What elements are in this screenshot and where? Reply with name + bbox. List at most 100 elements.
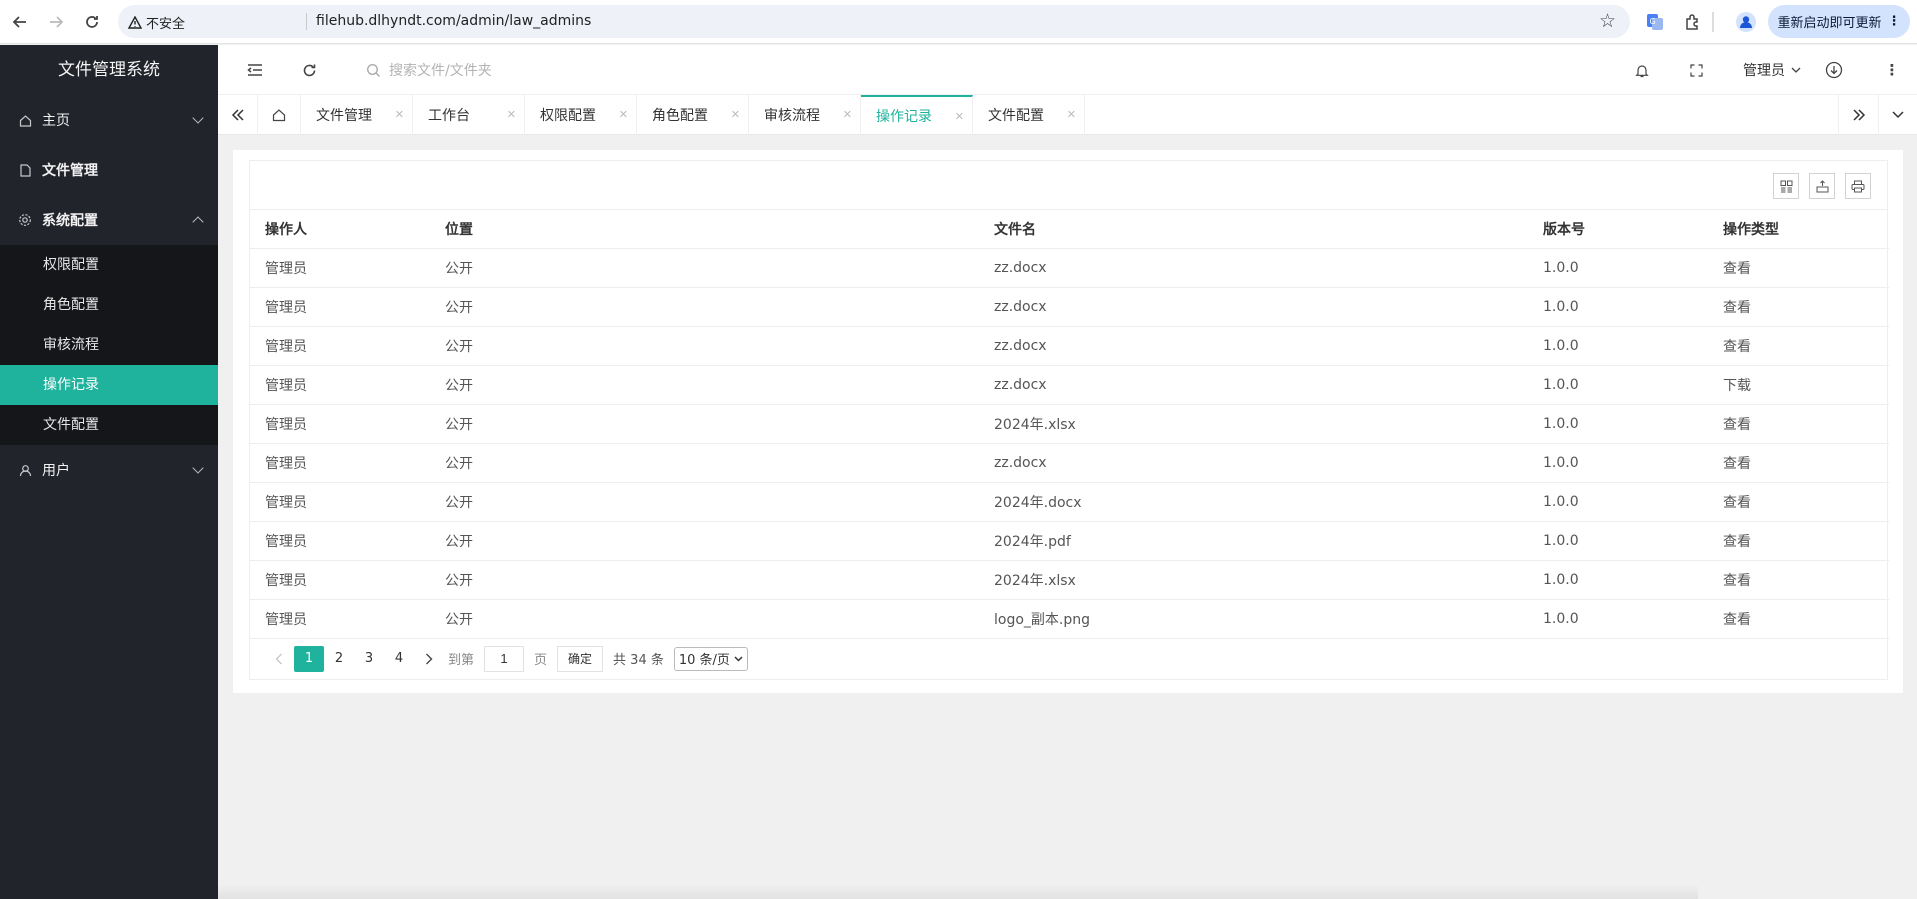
refresh-icon[interactable] (299, 60, 319, 80)
scroll-tabs-left-icon[interactable] (218, 95, 258, 135)
more-vertical-icon[interactable]: ⋮ (1882, 60, 1902, 80)
table-row[interactable]: 管理员 公开 zz.docx 1.0.0 查看 (250, 443, 1889, 483)
page-1-button[interactable]: 1 (294, 645, 324, 672)
sidebar-item-users[interactable]: 用户 (0, 445, 218, 495)
sidebar-item-label: 系统配置 (42, 213, 98, 229)
tab-home[interactable] (258, 95, 301, 135)
sidebar-item-system-config[interactable]: 系统配置 (0, 195, 218, 245)
download-icon[interactable] (1824, 60, 1844, 80)
sidebar-subitem-approval-flow[interactable]: 审核流程 (0, 325, 218, 365)
table-row[interactable]: 管理员 公开 2024年.xlsx 1.0.0 查看 (250, 404, 1889, 444)
tab-file-management[interactable]: 文件管理 ✕ (301, 95, 413, 135)
table-row[interactable]: 管理员 公开 zz.docx 1.0.0 下载 (250, 365, 1889, 405)
collapse-menu-icon[interactable] (245, 60, 265, 80)
tab-workbench[interactable]: 工作台 ✕ (413, 95, 525, 135)
column-header-operator[interactable]: 操作人 (250, 210, 430, 249)
page-size-value: 10 条/页 (678, 653, 730, 668)
table-row[interactable]: 管理员 公开 zz.docx 1.0.0 查看 (250, 287, 1889, 327)
cell-operation-type: 查看 (1708, 521, 1889, 561)
cell-operation-type: 查看 (1708, 404, 1889, 444)
chevron-down-icon (192, 112, 204, 124)
cell-location: 公开 (430, 326, 979, 366)
cell-version: 1.0.0 (1528, 287, 1708, 327)
column-header-filename[interactable]: 文件名 (979, 210, 1528, 249)
restart-update-button[interactable]: 重新启动即可更新 ⋮ (1768, 5, 1910, 38)
fullscreen-icon[interactable] (1686, 60, 1706, 80)
close-icon[interactable]: ✕ (619, 108, 628, 121)
cell-operator: 管理员 (250, 599, 430, 639)
cell-operator: 管理员 (250, 521, 430, 561)
prev-page-icon[interactable] (264, 646, 294, 672)
bookmark-star-icon[interactable]: ☆ (1599, 10, 1616, 32)
table-row[interactable]: 管理员 公开 2024年.xlsx 1.0.0 查看 (250, 560, 1889, 600)
tab-menu-chevron-down-icon[interactable] (1878, 95, 1917, 135)
cell-location: 公开 (430, 482, 979, 522)
page-3-button[interactable]: 3 (354, 646, 384, 672)
cell-version: 1.0.0 (1528, 326, 1708, 366)
extensions-icon[interactable] (1680, 9, 1706, 35)
page-2-button[interactable]: 2 (324, 646, 354, 672)
sidebar-item-file-management[interactable]: 文件管理 (0, 145, 218, 195)
table-row[interactable]: 管理员 公开 logo_副本.png 1.0.0 查看 (250, 599, 1889, 639)
cell-filename: zz.docx (979, 326, 1528, 366)
user-menu[interactable]: 管理员 (1743, 60, 1801, 80)
forward-icon[interactable] (44, 10, 68, 34)
reload-icon[interactable] (80, 10, 104, 34)
cell-filename: zz.docx (979, 443, 1528, 483)
column-filter-icon[interactable] (1773, 173, 1799, 199)
back-icon[interactable] (8, 10, 32, 34)
bell-icon[interactable] (1632, 60, 1652, 80)
close-icon[interactable]: ✕ (1067, 108, 1076, 121)
tab-file-config[interactable]: 文件配置 ✕ (973, 95, 1085, 135)
column-header-operation-type[interactable]: 操作类型 (1708, 210, 1889, 249)
sidebar-item-label: 文件管理 (42, 163, 98, 179)
close-icon[interactable]: ✕ (731, 108, 740, 121)
search-field[interactable]: 搜索文件/文件夹 (366, 60, 492, 80)
close-icon[interactable]: ✕ (395, 108, 404, 121)
address-bar[interactable]: 不安全 filehub.dlhyndt.com/admin/law_admins… (118, 5, 1630, 38)
close-icon[interactable]: ✕ (955, 110, 964, 123)
tab-operation-log[interactable]: 操作记录 ✕ (861, 95, 973, 135)
export-icon[interactable] (1809, 173, 1835, 199)
security-indicator[interactable]: 不安全 (128, 13, 185, 32)
svg-text:G: G (1650, 17, 1656, 26)
page-size-select[interactable]: 10 条/页 (673, 646, 748, 671)
tab-roles[interactable]: 角色配置 ✕ (637, 95, 749, 135)
table-row[interactable]: 管理员 公开 zz.docx 1.0.0 查看 (250, 248, 1889, 288)
gear-icon (18, 213, 32, 227)
goto-page-input[interactable] (484, 645, 525, 672)
cell-filename: 2024年.xlsx (979, 404, 1528, 444)
cell-version: 1.0.0 (1528, 365, 1708, 405)
profile-icon[interactable] (1733, 9, 1759, 35)
tab-label: 权限配置 (540, 108, 596, 124)
confirm-goto-button[interactable]: 确定 (557, 645, 604, 672)
table-row[interactable]: 管理员 公开 zz.docx 1.0.0 查看 (250, 326, 1889, 366)
system-config-submenu: 权限配置 角色配置 审核流程 操作记录 文件配置 (0, 245, 218, 445)
page-4-button[interactable]: 4 (384, 646, 414, 672)
print-icon[interactable] (1845, 173, 1871, 199)
sidebar-subitem-permissions[interactable]: 权限配置 (0, 245, 218, 285)
scroll-tabs-right-icon[interactable] (1838, 95, 1878, 135)
table-row[interactable]: 管理员 公开 2024年.docx 1.0.0 查看 (250, 482, 1889, 522)
tab-permissions[interactable]: 权限配置 ✕ (525, 95, 637, 135)
bottom-shadow (218, 884, 1698, 899)
cell-filename: logo_副本.png (979, 599, 1528, 639)
close-icon[interactable]: ✕ (507, 108, 516, 121)
next-page-icon[interactable] (414, 646, 444, 672)
cell-version: 1.0.0 (1528, 560, 1708, 600)
sidebar-subitem-file-config[interactable]: 文件配置 (0, 405, 218, 445)
column-header-version[interactable]: 版本号 (1528, 210, 1708, 249)
close-icon[interactable]: ✕ (843, 108, 852, 121)
cell-location: 公开 (430, 443, 979, 483)
cell-location: 公开 (430, 365, 979, 405)
tab-label: 审核流程 (764, 108, 820, 124)
sidebar-subitem-operation-log[interactable]: 操作记录 (0, 365, 218, 405)
translate-icon[interactable]: G (1642, 9, 1668, 35)
table-row[interactable]: 管理员 公开 2024年.pdf 1.0.0 查看 (250, 521, 1889, 561)
sidebar-item-home[interactable]: 主页 (0, 95, 218, 145)
sidebar-subitem-roles[interactable]: 角色配置 (0, 285, 218, 325)
cell-operator: 管理员 (250, 365, 430, 405)
cell-operation-type: 查看 (1708, 326, 1889, 366)
tab-approval-flow[interactable]: 审核流程 ✕ (749, 95, 861, 135)
column-header-location[interactable]: 位置 (430, 210, 979, 249)
